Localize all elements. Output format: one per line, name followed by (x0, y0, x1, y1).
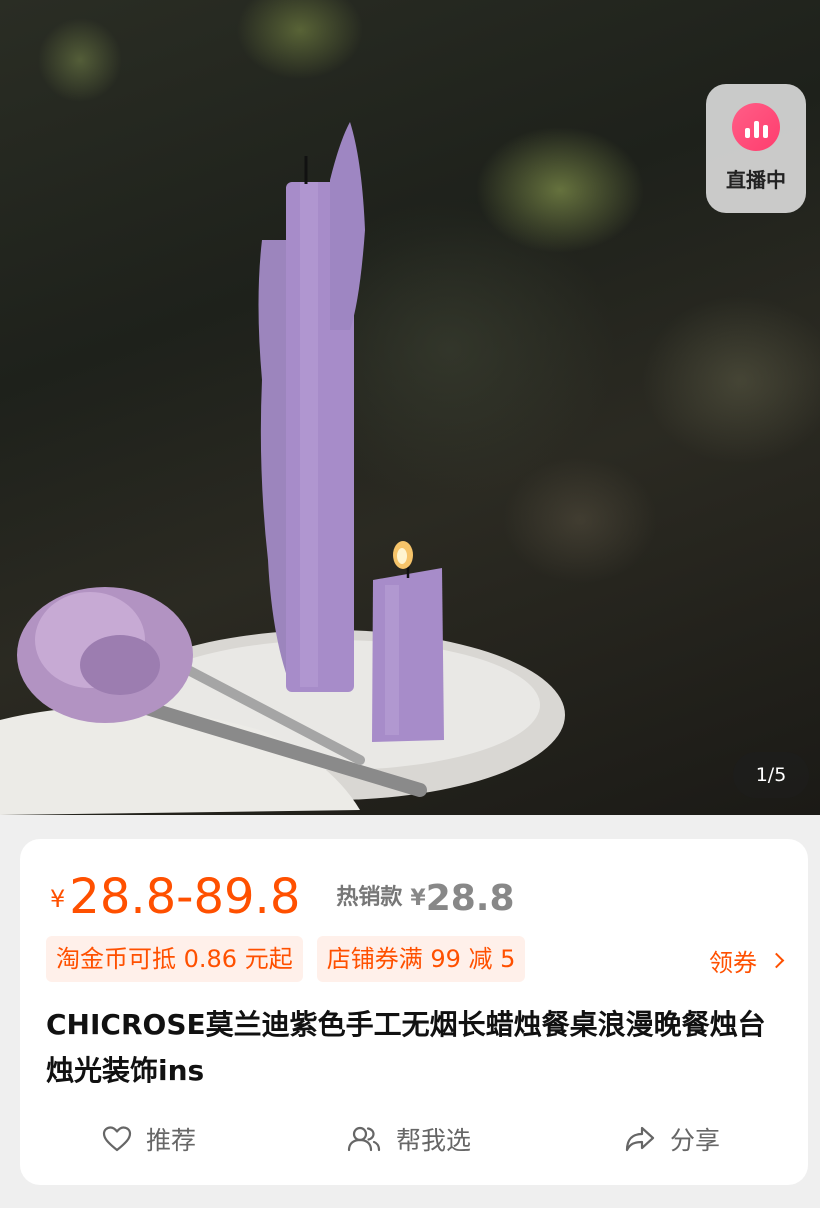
share-button[interactable]: 分享 (624, 1117, 720, 1161)
help-choose-button[interactable]: 帮我选 (346, 1117, 471, 1161)
recommend-button[interactable]: 推荐 (102, 1117, 196, 1161)
price-currency-symbol: ¥ (50, 885, 66, 913)
hot-item-price: 28.8 (425, 878, 515, 919)
get-coupon-label: 领券 (709, 949, 757, 977)
users-icon (347, 1126, 381, 1152)
product-photo (0, 122, 565, 815)
hot-price-currency-symbol: ¥ (410, 886, 426, 911)
live-badge-label: 直播中 (726, 168, 786, 192)
help-choose-label: 帮我选 (396, 1126, 472, 1155)
live-chart-icon (732, 103, 780, 151)
action-bar: 推荐 帮我选 分享 (20, 1117, 808, 1161)
promo-tag-taojinbi[interactable]: 淘金币可抵 0.86 元起 (46, 936, 303, 982)
heart-icon (102, 1126, 132, 1152)
product-info-card: ¥ 28.8-89.8 热销款 ¥ 28.8 淘金币可抵 0.86 元起 店铺券… (20, 839, 808, 1185)
product-title: CHICROSE莫兰迪紫色手工无烟长蜡烛餐桌浪漫晚餐烛台烛光装饰ins (46, 1008, 766, 1087)
get-coupon-button[interactable]: 领券 (709, 943, 785, 978)
product-image-gallery[interactable]: 直播中 1/5 (0, 0, 820, 815)
promo-tag-store-coupon[interactable]: 店铺券满 99 减 5 (316, 936, 526, 982)
share-label: 分享 (670, 1126, 721, 1155)
image-page-indicator: 1/5 (733, 752, 809, 798)
recommend-label: 推荐 (146, 1126, 197, 1155)
chevron-right-icon (768, 952, 785, 969)
live-stream-button[interactable]: 直播中 (706, 84, 806, 213)
hot-item-label: 热销款 (336, 885, 403, 910)
promotion-tags: 淘金币可抵 0.86 元起 店铺券满 99 减 5 (46, 936, 526, 982)
price-row: ¥ 28.8-89.8 热销款 ¥ 28.8 (50, 867, 515, 923)
share-arrow-icon (625, 1126, 655, 1152)
price-range: 28.8-89.8 (69, 869, 301, 925)
